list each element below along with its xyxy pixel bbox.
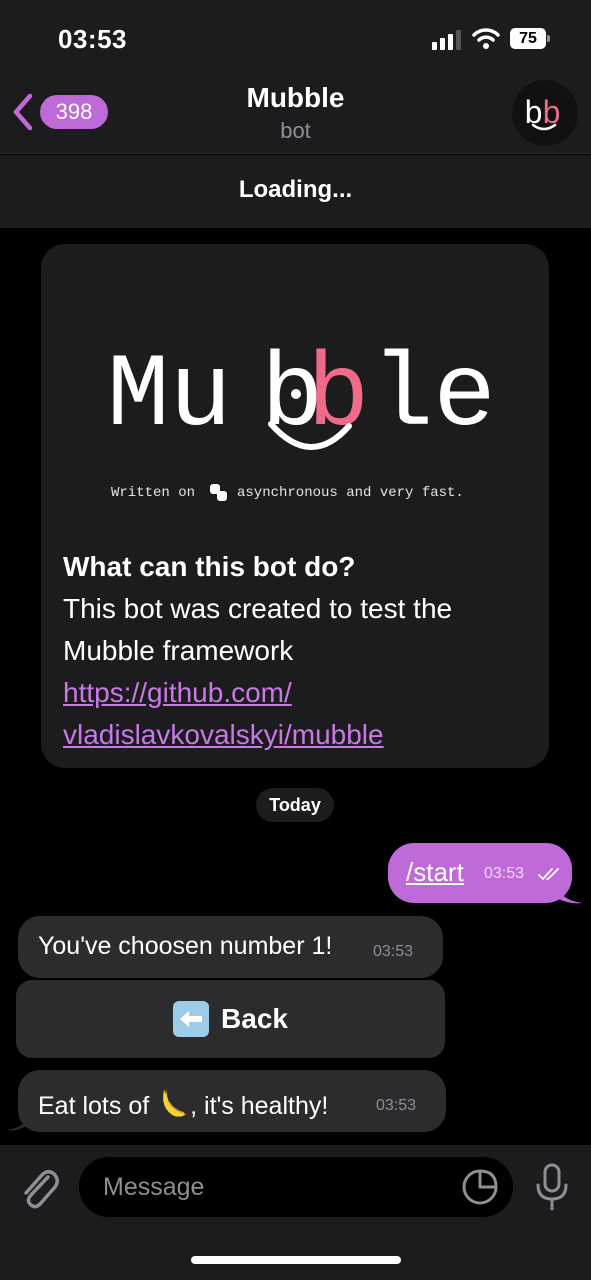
message-text-before: Eat lots of [38,1092,150,1120]
message-input[interactable] [79,1157,513,1217]
bubble-tail [6,1112,30,1131]
chat-title[interactable]: Mubble [0,82,591,114]
message-time: 03:53 [484,865,525,882]
banana-emoji-icon [163,1090,187,1117]
status-time: 03:53 [58,24,127,54]
bot-avatar-logo: b b [524,96,561,133]
bot-description: What can this bot do? This bot was creat… [63,546,533,756]
card-description: This bot was created to test the Mubble … [63,593,453,666]
outgoing-message[interactable]: /start 03:53 [388,843,572,903]
sticker-icon[interactable] [462,1169,498,1205]
bubble-tail [555,883,583,904]
cellular-signal-icon [432,30,461,50]
paperclip-icon[interactable] [18,1165,60,1211]
inline-button-label: Back [221,1003,288,1034]
battery-level: 75 [510,28,546,49]
inline-back-button[interactable]: Back [16,980,445,1058]
home-indicator[interactable] [191,1256,401,1264]
date-separator: Today [256,788,334,822]
logo-caption-after: asynchronous and very fast. [237,485,464,501]
message-text-after: , it's healthy! [190,1092,329,1120]
python-icon [210,484,227,501]
message-time: 03:53 [376,1097,417,1114]
battery-tip [547,35,550,42]
wifi-icon [472,28,500,49]
microphone-icon[interactable] [534,1163,570,1211]
github-link-line2[interactable]: vladislavkovalskyi/mubble [63,714,533,756]
svg-text:Mu: Mu [107,338,232,456]
battery-indicator: 75 [510,28,550,49]
avatar[interactable]: b b [512,80,578,146]
message-list[interactable]: Mu b b le Written on asynchronous and ve… [0,228,591,1145]
message-text-with-emoji: Eat lots of , it's healthy! [38,1086,328,1121]
command-link[interactable]: /start [406,857,464,888]
double-check-icon [538,868,559,881]
logo-caption-before: Written on [111,485,195,501]
incoming-message[interactable]: Eat lots of , it's healthy! 03:53 [18,1070,446,1132]
chat-subtitle: bot [280,118,311,143]
incoming-message[interactable]: You've choosen number 1! 03:53 [18,916,443,978]
message-text: You've choosen number 1! [38,932,333,960]
loading-banner: Loading... [0,155,591,228]
chat-header: 398 Mubble bot b b [0,76,591,154]
left-arrow-emoji-icon [173,1001,210,1037]
message-composer [0,1145,591,1280]
github-link-line1[interactable]: https://github.com/ [63,672,533,714]
status-bar: 03:53 75 [0,0,591,76]
mubble-logo: Mu b b le Written on asynchronous and ve… [107,338,496,501]
message-time: 03:53 [373,943,414,960]
bot-info-card: Mu b b le Written on asynchronous and ve… [41,244,549,768]
card-heading: What can this bot do? [63,551,356,582]
svg-text:le: le [371,338,496,456]
